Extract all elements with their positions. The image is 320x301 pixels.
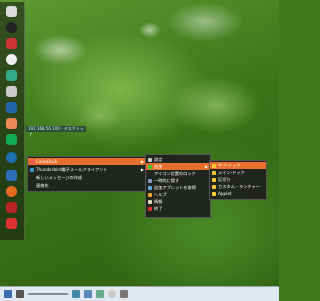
menu-item-thunderbird[interactable]: Thunderbird電子メールクライアント ▶: [28, 166, 146, 173]
gear-icon: [148, 157, 152, 162]
separator-icon: [212, 177, 216, 182]
bottom-taskbar: [0, 286, 279, 301]
menu-item-add[interactable]: 追加 ▶: [146, 163, 210, 170]
menu-item-label: Applet: [218, 191, 232, 196]
dock-app-icon[interactable]: [6, 6, 17, 17]
app-icon[interactable]: [96, 290, 104, 298]
dock-app-icon[interactable]: [6, 218, 17, 229]
menu-item-settings[interactable]: 設定: [146, 156, 210, 163]
cairo-dock-icon: [30, 159, 34, 164]
menu-item-label: 設定: [154, 157, 163, 162]
menu-item-sub-dock[interactable]: サブ-ドック: [210, 162, 266, 169]
dock-app-icon[interactable]: [6, 170, 17, 181]
plus-icon: [148, 164, 152, 169]
dock-thunderbird-icon[interactable]: [6, 152, 17, 163]
add-submenu: サブ-ドック メイン-ドック 区切り カスタム・ランチャー Applet: [209, 160, 267, 200]
dock-vlc-icon[interactable]: [6, 118, 17, 129]
start-icon[interactable]: [4, 290, 12, 298]
menu-item-label: 連絡先: [36, 183, 49, 188]
menu-item-get-applets[interactable]: 追加アプレットを取得: [146, 184, 210, 191]
menu-item-new-message[interactable]: 新しいメッセージの作成: [28, 174, 146, 181]
chevron-right-icon: ▶: [140, 159, 144, 164]
menu-item-applet[interactable]: Applet: [210, 190, 266, 197]
cairo-dock: [0, 2, 25, 240]
app-icon[interactable]: [120, 290, 128, 298]
dock-app-icon-red[interactable]: [6, 38, 17, 49]
menu-item-main-dock[interactable]: メイン-ドック: [210, 169, 266, 176]
menu-item-label: カスタム・ランチャー: [218, 184, 260, 189]
dock-app-icon-blue[interactable]: [6, 102, 17, 113]
chevron-right-icon: ▶: [140, 167, 144, 172]
menu-item-label: 一時的に隠す: [154, 178, 180, 183]
menu-item-label: 情報: [154, 199, 163, 204]
app-context-menu: CairoDock ▶ Thunderbird電子メールクライアント ▶ 新しい…: [27, 156, 147, 192]
menu-item-label: 追加アプレットを取得: [154, 185, 196, 190]
chevron-right-icon: ▶: [204, 164, 208, 169]
menu-item-about[interactable]: 情報: [146, 198, 210, 205]
dock-app-icon[interactable]: [6, 202, 17, 213]
dock-app-icon-green[interactable]: [6, 70, 17, 81]
applet-icon: [212, 191, 216, 196]
hide-icon: [148, 178, 152, 183]
quit-icon: [148, 206, 152, 211]
menu-item-label: 追加: [154, 164, 163, 169]
dock-files-icon[interactable]: [6, 86, 17, 97]
menu-item-hide-temporarily[interactable]: 一時的に隠す: [146, 177, 210, 184]
menu-item-help[interactable]: ヘルプ: [146, 191, 210, 198]
cairo-dock-submenu: 設定 追加 ▶ アイコン位置のロック 一時的に隠す 追加アプレットを取得 ヘルプ…: [145, 154, 211, 218]
menu-item-quit[interactable]: 終了: [146, 205, 210, 212]
menu-item-label: ヘルプ: [154, 192, 167, 197]
app-icon[interactable]: [72, 290, 80, 298]
dock-settings-icon[interactable]: [6, 54, 17, 65]
main-dock-icon: [212, 170, 216, 175]
menu-item-contacts[interactable]: 連絡先: [28, 182, 146, 189]
thunderbird-icon: [30, 167, 34, 172]
menu-item-cairodock[interactable]: CairoDock ▶: [28, 158, 146, 165]
menu-item-label: メイン-ドック: [218, 170, 245, 175]
menu-item-label: 新しいメッセージの作成: [36, 175, 82, 180]
slider-track[interactable]: [28, 293, 68, 295]
menu-item-label: 終了: [154, 206, 163, 211]
menu-item-separator[interactable]: 区切り: [210, 176, 266, 183]
monitor-icon[interactable]: [16, 290, 24, 298]
menu-item-lock-icons[interactable]: アイコン位置のロック: [146, 170, 210, 177]
launcher-icon: [212, 184, 216, 189]
menu-item-label: 区切り: [218, 177, 231, 182]
desktop-wallpaper: [0, 0, 279, 300]
sub-dock-icon: [212, 163, 216, 168]
menu-item-custom-launcher[interactable]: カスタム・ランチャー: [210, 183, 266, 190]
window-title-bar[interactable]: 192.168.56.100 - デスクトップ: [26, 126, 86, 137]
dock-terminal-icon[interactable]: [6, 22, 17, 33]
search-icon[interactable]: [108, 290, 116, 298]
menu-item-label: アイコン位置のロック: [154, 171, 196, 176]
dock-app-icon-teal[interactable]: [6, 134, 17, 145]
menu-item-label: サブ-ドック: [218, 163, 241, 168]
menu-item-label: Thunderbird電子メールクライアント: [36, 167, 108, 172]
help-icon: [148, 192, 152, 197]
app-icon[interactable]: [84, 290, 92, 298]
dock-firefox-icon[interactable]: [6, 186, 17, 197]
download-icon: [148, 185, 152, 190]
info-icon: [148, 199, 152, 204]
menu-item-label: CairoDock: [36, 159, 58, 164]
